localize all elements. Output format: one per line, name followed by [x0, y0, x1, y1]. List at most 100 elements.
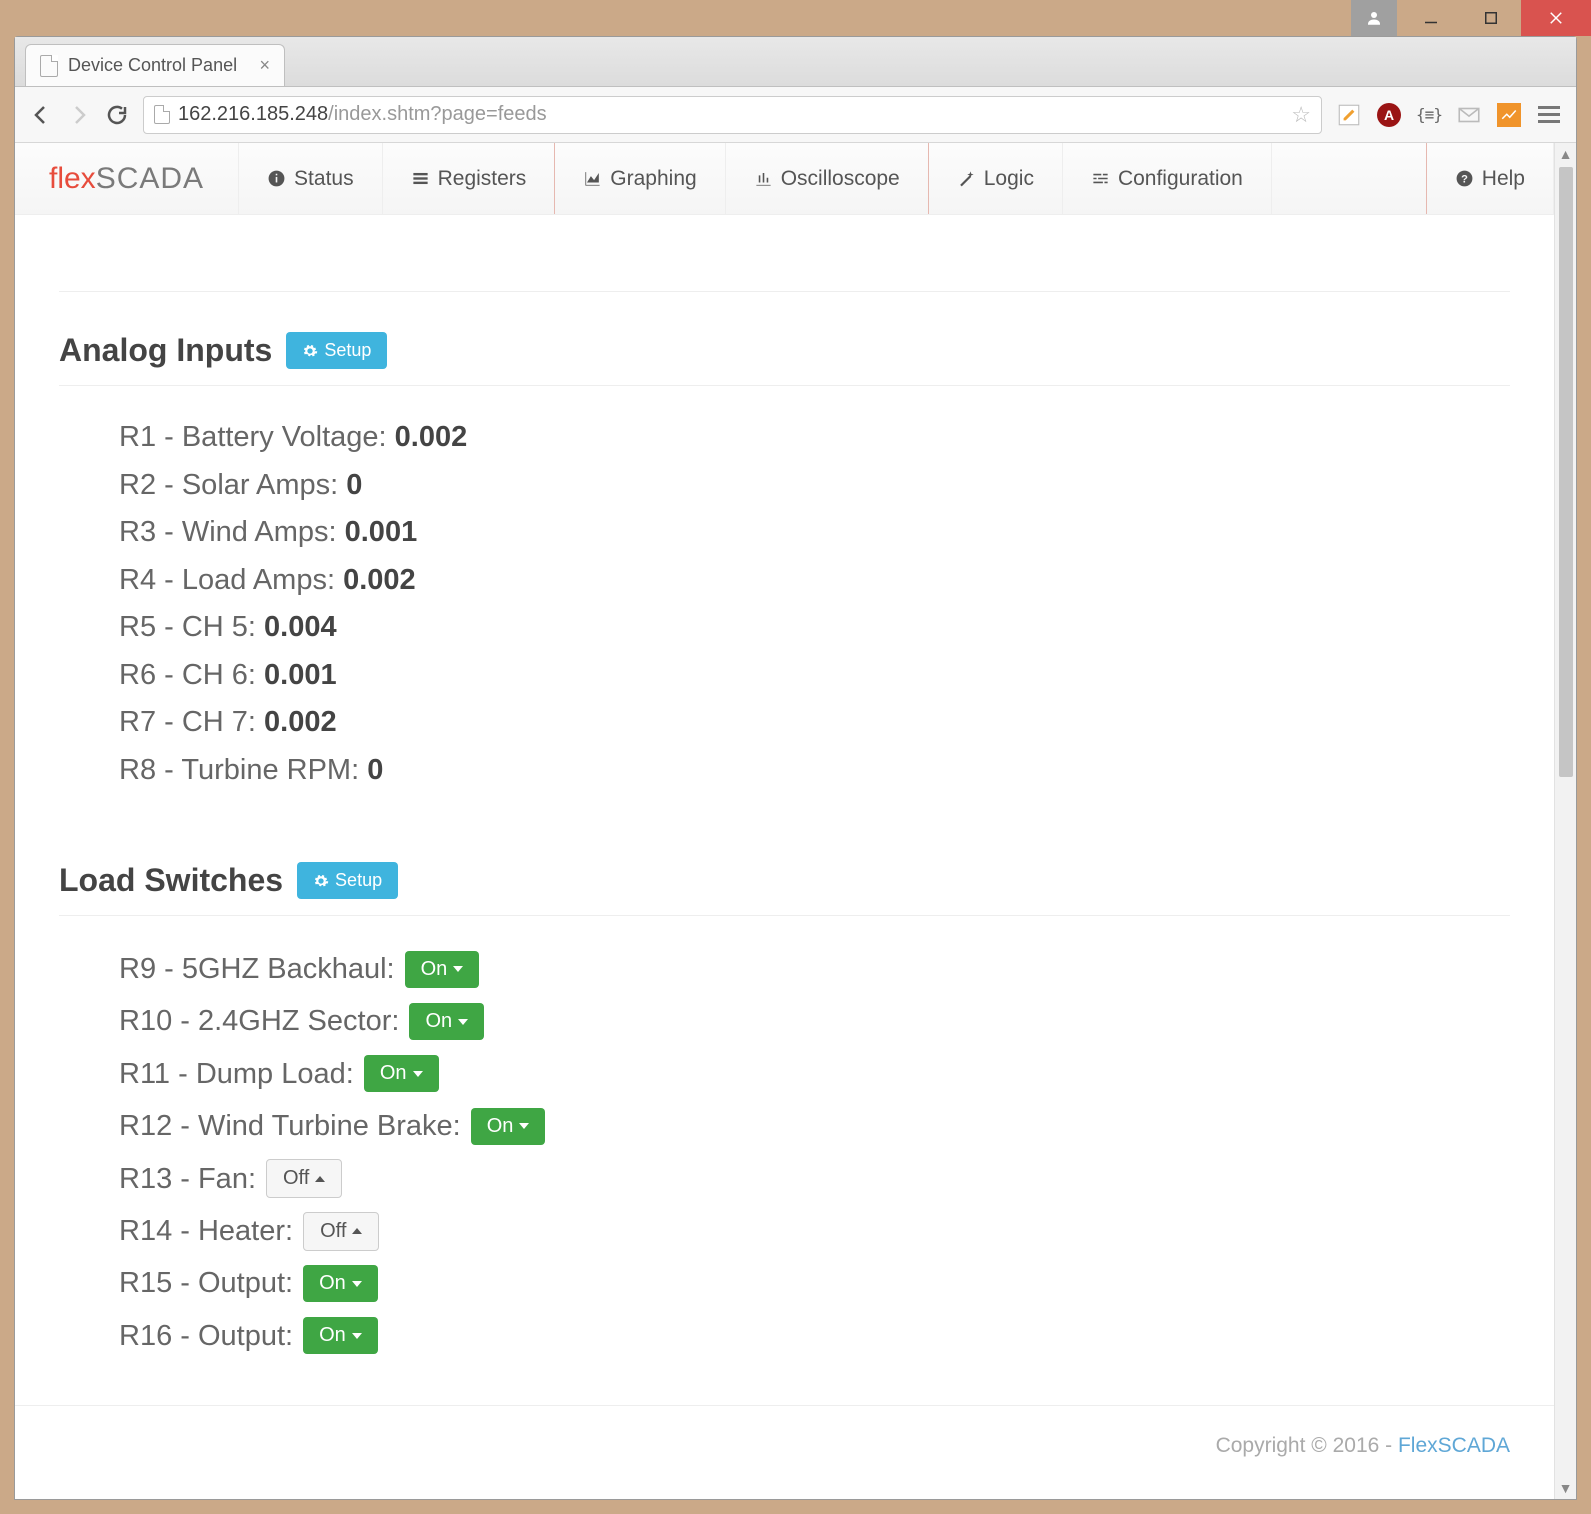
reg-value: 0.002 — [395, 421, 468, 453]
toggle-label: On — [319, 1324, 346, 1347]
switch-row: R13 - Fan: Off — [119, 1156, 1510, 1202]
window-close-button[interactable] — [1521, 0, 1591, 36]
reg-value: 0.001 — [345, 516, 418, 548]
switch-row: R10 - 2.4GHZ Sector: On — [119, 998, 1510, 1044]
json-extension-icon[interactable]: {≡} — [1416, 102, 1442, 128]
analytics-extension-icon[interactable] — [1496, 102, 1522, 128]
switch-toggle-button[interactable]: On — [303, 1265, 378, 1302]
window-maximize-button[interactable] — [1461, 0, 1521, 36]
reg-value: 0.002 — [343, 564, 416, 596]
nav-label: Registers — [438, 167, 527, 191]
reg-label: R6 - CH 6: — [119, 659, 264, 691]
page-icon — [154, 105, 170, 124]
switch-toggle-button[interactable]: On — [471, 1108, 546, 1145]
footer-link[interactable]: FlexSCADA — [1398, 1434, 1510, 1457]
adblock-extension-icon[interactable]: A — [1376, 102, 1402, 128]
reg-value: 0.002 — [264, 706, 337, 738]
reg-label: R11 - Dump Load: — [119, 1051, 354, 1097]
vertical-scrollbar[interactable]: ▲ ▼ — [1554, 143, 1576, 1499]
toggle-label: On — [421, 958, 448, 981]
toggle-label: Off — [320, 1220, 346, 1243]
reg-value: 0.004 — [264, 611, 337, 643]
browser-menu-button[interactable] — [1536, 102, 1562, 128]
reg-label: R7 - CH 7: — [119, 706, 264, 738]
analog-row: R6 - CH 6: 0.001 — [119, 654, 1510, 698]
browser-viewport: flexSCADA Status Registers Graphing — [15, 143, 1576, 1499]
button-label: Setup — [335, 870, 382, 891]
caret-down-icon — [352, 1333, 362, 1339]
chart-icon — [583, 169, 602, 188]
app-navbar: flexSCADA Status Registers Graphing — [15, 143, 1554, 215]
button-label: Setup — [324, 340, 371, 361]
nav-oscilloscope[interactable]: Oscilloscope — [726, 143, 929, 214]
nav-registers[interactable]: Registers — [383, 143, 556, 214]
help-icon: ? — [1455, 169, 1474, 188]
switch-row: R11 - Dump Load: On — [119, 1051, 1510, 1097]
scroll-down-arrow[interactable]: ▼ — [1555, 1477, 1576, 1499]
caret-down-icon — [413, 1071, 423, 1077]
page-icon — [40, 55, 58, 77]
analog-row: R3 - Wind Amps: 0.001 — [119, 511, 1510, 555]
toggle-label: Off — [283, 1167, 309, 1190]
url-text: 162.216.185.248/index.shtm?page=feeds — [178, 103, 1283, 126]
brand-logo[interactable]: flexSCADA — [15, 143, 239, 214]
caret-up-icon — [352, 1228, 362, 1234]
toggle-label: On — [380, 1062, 407, 1085]
switch-toggle-button[interactable]: On — [303, 1317, 378, 1354]
switch-row: R14 - Heater: Off — [119, 1208, 1510, 1254]
nav-graphing[interactable]: Graphing — [555, 143, 725, 214]
bookmark-star-icon[interactable]: ☆ — [1291, 102, 1311, 128]
analog-setup-button[interactable]: Setup — [286, 332, 387, 369]
analog-row: R4 - Load Amps: 0.002 — [119, 559, 1510, 603]
section-switches-header: Load Switches Setup — [59, 822, 1510, 916]
switch-toggle-button[interactable]: Off — [266, 1159, 342, 1198]
switch-toggle-button[interactable]: On — [409, 1003, 484, 1040]
back-button[interactable] — [29, 103, 53, 127]
window-user-button[interactable] — [1351, 0, 1397, 36]
scroll-thumb[interactable] — [1559, 167, 1573, 777]
analog-row: R5 - CH 5: 0.004 — [119, 606, 1510, 650]
svg-text:?: ? — [1461, 173, 1468, 185]
switch-toggle-button[interactable]: On — [405, 951, 480, 988]
section-analog-header: Analog Inputs Setup — [59, 292, 1510, 386]
list-icon — [411, 169, 430, 188]
switch-toggle-button[interactable]: On — [364, 1055, 439, 1092]
tab-close-icon[interactable]: × — [259, 55, 270, 76]
reload-button[interactable] — [105, 103, 129, 127]
analog-row: R8 - Turbine RPM: 0 — [119, 749, 1510, 793]
browser-tab[interactable]: Device Control Panel × — [25, 44, 285, 86]
nav-configuration[interactable]: Configuration — [1063, 143, 1272, 214]
window-minimize-button[interactable] — [1401, 0, 1461, 36]
switches-setup-button[interactable]: Setup — [297, 862, 398, 899]
address-bar[interactable]: 162.216.185.248/index.shtm?page=feeds ☆ — [143, 96, 1322, 134]
page-footer: Copyright © 2016 - FlexSCADA — [15, 1405, 1554, 1486]
section-title: Analog Inputs — [59, 332, 272, 369]
switch-row: R12 - Wind Turbine Brake: On — [119, 1103, 1510, 1149]
caret-down-icon — [352, 1281, 362, 1287]
browser-tab-strip: Device Control Panel × — [15, 37, 1576, 87]
nav-label: Status — [294, 167, 354, 191]
switch-toggle-button[interactable]: Off — [303, 1212, 379, 1251]
page-content: flexSCADA Status Registers Graphing — [15, 143, 1554, 1499]
forward-button[interactable] — [67, 103, 91, 127]
nav-status[interactable]: Status — [239, 143, 383, 214]
wave-icon — [754, 169, 773, 188]
nav-logic[interactable]: Logic — [929, 143, 1063, 214]
switch-row: R16 - Output: On — [119, 1313, 1510, 1359]
nav-label: Configuration — [1118, 167, 1243, 191]
scroll-up-arrow[interactable]: ▲ — [1555, 143, 1576, 165]
reg-label: R5 - CH 5: — [119, 611, 264, 643]
edit-extension-icon[interactable] — [1336, 102, 1362, 128]
reg-label: R4 - Load Amps: — [119, 564, 343, 596]
nav-label: Oscilloscope — [781, 167, 900, 191]
nav-label: Logic — [984, 167, 1034, 191]
reg-label: R13 - Fan: — [119, 1156, 256, 1202]
reg-label: R3 - Wind Amps: — [119, 516, 345, 548]
reg-label: R16 - Output: — [119, 1313, 293, 1359]
browser-toolbar: 162.216.185.248/index.shtm?page=feeds ☆ … — [15, 87, 1576, 143]
mail-extension-icon[interactable] — [1456, 102, 1482, 128]
nav-help[interactable]: ? Help — [1427, 143, 1554, 214]
caret-up-icon — [315, 1176, 325, 1182]
sliders-icon — [1091, 169, 1110, 188]
reg-label: R9 - 5GHZ Backhaul: — [119, 946, 395, 992]
